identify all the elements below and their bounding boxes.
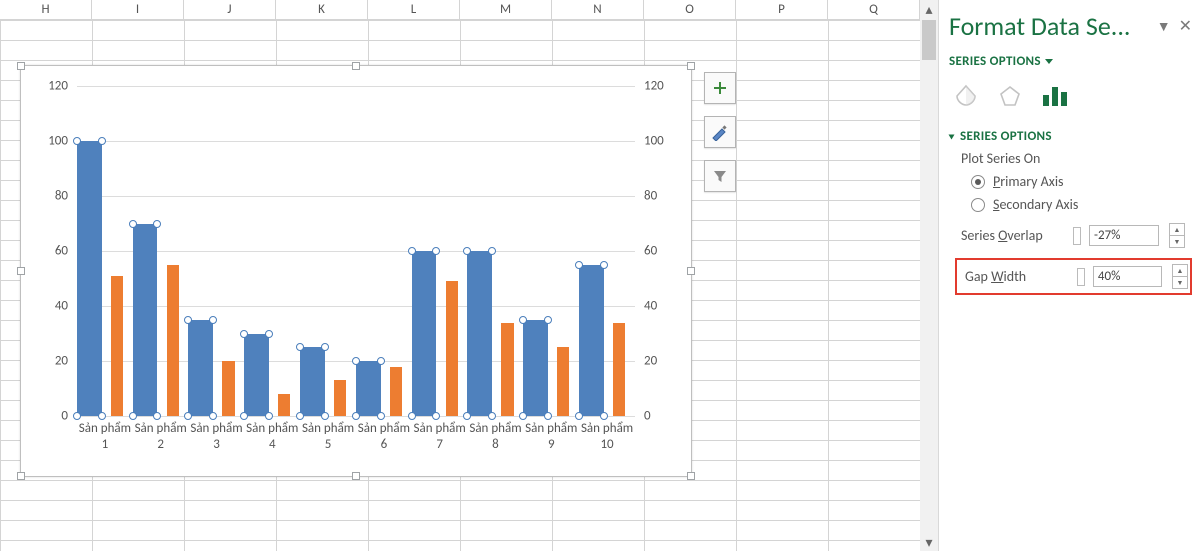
gap-width-row: Gap Width 40% ▲ ▼ <box>965 264 1188 289</box>
bar-series2[interactable] <box>278 394 290 416</box>
bar-series1[interactable] <box>77 141 102 416</box>
x-axis-label: Sản phẩm 2 <box>133 421 189 467</box>
x-axis-label: Sản phẩm 7 <box>412 421 468 467</box>
overlap-spin-up[interactable]: ▲ <box>1169 223 1185 235</box>
bar-series1[interactable] <box>579 265 604 416</box>
chart-y-axis-right: 020406080100120 <box>644 86 676 416</box>
gap-width-highlight: Gap Width 40% ▲ ▼ <box>955 258 1192 295</box>
worksheet-area[interactable]: HIJKLMNOPQ 020406080100120 0204060801001… <box>0 0 920 551</box>
bar-series2[interactable] <box>222 361 234 416</box>
bar-series1[interactable] <box>523 320 548 416</box>
chart-filters-button[interactable] <box>704 160 736 192</box>
embedded-chart[interactable]: 020406080100120 020406080100120 Sản phẩm… <box>20 65 692 477</box>
pane-tab-icons <box>953 83 1194 113</box>
column-header[interactable]: O <box>644 0 736 20</box>
bar-series2[interactable] <box>557 347 569 416</box>
chart-x-axis: Sản phẩm 1Sản phẩm 2Sản phẩm 3Sản phẩm 4… <box>77 421 635 467</box>
effects-tab[interactable] <box>997 83 1023 113</box>
chevron-down-icon <box>1045 59 1053 64</box>
plot-series-on-label: Plot Series On <box>961 150 1194 167</box>
series-overlap-row: Series Overlap -27% ▲ ▼ <box>961 223 1194 248</box>
bar-series1[interactable] <box>188 320 213 416</box>
overlap-spin-down[interactable]: ▼ <box>1169 235 1185 248</box>
series-options-tab[interactable] <box>1041 83 1071 113</box>
bar-series2[interactable] <box>167 265 179 416</box>
chart-plot-area[interactable] <box>77 86 635 416</box>
bar-series2[interactable] <box>501 323 513 417</box>
gap-spin-up[interactable]: ▲ <box>1172 264 1188 276</box>
series-overlap-input[interactable]: -27% <box>1089 225 1159 246</box>
x-axis-label: Sản phẩm 9 <box>523 421 579 467</box>
column-header[interactable]: P <box>736 0 828 20</box>
bar-series2[interactable] <box>390 367 402 417</box>
pane-section-picker[interactable]: SERIES OPTIONS <box>949 54 1194 69</box>
gap-width-slider[interactable] <box>1077 268 1085 286</box>
chart-y-axis-left: 020406080100120 <box>36 86 68 416</box>
x-axis-label: Sản phẩm 1 <box>77 421 133 467</box>
primary-axis-radio[interactable]: Primary Axis <box>971 173 1194 190</box>
bar-series2[interactable] <box>334 380 346 416</box>
gap-spin-down[interactable]: ▼ <box>1172 276 1188 289</box>
worksheet-scrollbar[interactable]: ▴ ▾ <box>920 0 938 551</box>
series-overlap-slider[interactable] <box>1073 227 1081 245</box>
pane-close-icon[interactable]: ✕ <box>1173 16 1194 36</box>
scrollbar-thumb[interactable] <box>922 20 936 60</box>
fill-line-tab[interactable] <box>953 83 979 113</box>
column-headers: HIJKLMNOPQ <box>0 0 920 20</box>
x-axis-label: Sản phẩm 5 <box>300 421 356 467</box>
bar-series2[interactable] <box>446 281 458 416</box>
format-data-series-pane: Format Data Se... ▼ ✕ SERIES OPTIONS SER… <box>938 0 1200 551</box>
column-header[interactable]: L <box>368 0 460 20</box>
bar-series1[interactable] <box>133 224 158 417</box>
pane-menu-caret-icon[interactable]: ▼ <box>1155 18 1173 35</box>
chart-quick-tools <box>704 72 736 192</box>
scrollbar-up[interactable]: ▴ <box>920 0 938 18</box>
pane-title: Format Data Se... <box>949 10 1155 42</box>
column-header[interactable]: M <box>460 0 552 20</box>
bar-series2[interactable] <box>613 323 625 417</box>
column-header[interactable]: J <box>184 0 276 20</box>
column-header[interactable]: I <box>92 0 184 20</box>
bar-series1[interactable] <box>356 361 381 416</box>
bar-series1[interactable] <box>244 334 269 417</box>
x-axis-label: Sản phẩm 10 <box>579 421 635 467</box>
series-options-section[interactable]: SERIES OPTIONS <box>949 129 1194 144</box>
expand-caret-icon <box>949 134 955 139</box>
x-axis-label: Sản phẩm 4 <box>244 421 300 467</box>
secondary-axis-radio[interactable]: Secondary Axis <box>971 196 1194 213</box>
column-header[interactable]: N <box>552 0 644 20</box>
bar-series1[interactable] <box>412 251 437 416</box>
scrollbar-down[interactable]: ▾ <box>920 533 938 551</box>
column-header[interactable]: H <box>0 0 92 20</box>
bar-series2[interactable] <box>111 276 123 416</box>
x-axis-label: Sản phẩm 3 <box>189 421 245 467</box>
bar-series1[interactable] <box>467 251 492 416</box>
bar-series1[interactable] <box>300 347 325 416</box>
chart-elements-button[interactable] <box>704 72 736 104</box>
x-axis-label: Sản phẩm 6 <box>356 421 412 467</box>
chart-styles-button[interactable] <box>704 116 736 148</box>
column-header[interactable]: Q <box>828 0 920 20</box>
gap-width-input[interactable]: 40% <box>1093 266 1162 287</box>
column-header[interactable]: K <box>276 0 368 20</box>
x-axis-label: Sản phẩm 8 <box>468 421 524 467</box>
